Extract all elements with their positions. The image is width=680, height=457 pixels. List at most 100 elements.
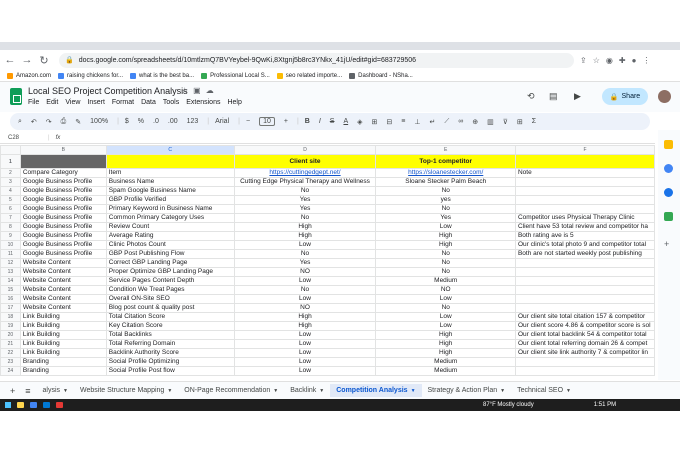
- menu-help[interactable]: Help: [227, 99, 241, 106]
- row-header[interactable]: 22: [0, 348, 21, 358]
- sheet-tab[interactable]: Backlink ▼: [284, 384, 330, 397]
- cell[interactable]: [514, 276, 655, 286]
- cell[interactable]: Yes: [233, 204, 377, 214]
- filter-icon[interactable]: ⊽: [503, 118, 508, 126]
- column-header[interactable]: C: [105, 145, 235, 155]
- cell[interactable]: Social Profile Post flow: [105, 366, 235, 376]
- cell[interactable]: Our client total backlink 54 & competito…: [514, 330, 655, 340]
- cell[interactable]: Cutting Edge Physical Therapy and Wellne…: [233, 177, 377, 187]
- borders-icon[interactable]: ⊞: [372, 118, 378, 126]
- cell[interactable]: Backlink Authority Score: [105, 348, 235, 358]
- cell[interactable]: No: [233, 285, 377, 295]
- cell[interactable]: NO: [233, 303, 377, 313]
- forward-icon[interactable]: →: [20, 54, 34, 66]
- valign-icon[interactable]: ⊥: [414, 118, 420, 126]
- cell[interactable]: Google Business Profile: [19, 249, 107, 259]
- bookmark-item[interactable]: Professional Local S...: [201, 72, 270, 79]
- cell[interactable]: No: [375, 303, 516, 313]
- cell[interactable]: Item: [105, 168, 235, 178]
- row-header[interactable]: 24: [0, 366, 21, 376]
- avatar[interactable]: [658, 90, 671, 103]
- keep-icon[interactable]: [664, 140, 673, 149]
- cell[interactable]: Total Citation Score: [105, 312, 235, 322]
- row-header[interactable]: 19: [0, 321, 21, 331]
- font-size-plus[interactable]: +: [284, 118, 288, 125]
- row-header[interactable]: 16: [0, 294, 21, 304]
- cell[interactable]: [514, 186, 655, 196]
- cell[interactable]: Medium: [375, 357, 516, 367]
- cell[interactable]: [514, 357, 655, 367]
- cell[interactable]: [514, 285, 655, 295]
- row-header[interactable]: 9: [0, 231, 21, 241]
- menu-data[interactable]: Data: [141, 99, 156, 106]
- row-header[interactable]: 1: [0, 154, 21, 169]
- fill-color-icon[interactable]: ◈: [357, 118, 362, 126]
- cell[interactable]: Our client score 4.86 & competitor score…: [514, 321, 655, 331]
- merge-icon[interactable]: ⊟: [386, 118, 392, 126]
- cell[interactable]: Our client site total citation 157 & com…: [514, 312, 655, 322]
- cell[interactable]: GBP Profile Verified: [105, 195, 235, 205]
- row-header[interactable]: 11: [0, 249, 21, 259]
- cell[interactable]: Review Count: [105, 222, 235, 232]
- cell[interactable]: [514, 177, 655, 187]
- sheet-tab[interactable]: alysis ▼: [37, 384, 74, 397]
- sheets-logo-icon[interactable]: [10, 88, 22, 105]
- cell[interactable]: yes: [375, 195, 516, 205]
- row-header[interactable]: 10: [0, 240, 21, 250]
- more-icon[interactable]: ⋮: [642, 56, 650, 65]
- cell[interactable]: Medium: [375, 366, 516, 376]
- cell[interactable]: Low: [375, 321, 516, 331]
- cell[interactable]: [514, 303, 655, 313]
- row-header[interactable]: 18: [0, 312, 21, 322]
- menu-extensions[interactable]: Extensions: [186, 99, 220, 106]
- column-header[interactable]: E: [375, 145, 516, 155]
- sheet-tab[interactable]: Website Structure Mapping ▼: [74, 384, 178, 397]
- cell[interactable]: Yes: [375, 213, 516, 223]
- cell[interactable]: Total Referring Domain: [105, 339, 235, 349]
- cell[interactable]: [514, 154, 655, 169]
- cell[interactable]: Proper Optimize GBP Landing Page: [105, 267, 235, 277]
- strikethrough-icon[interactable]: S: [330, 118, 335, 125]
- cell[interactable]: Low: [233, 276, 377, 286]
- cell[interactable]: Branding: [19, 357, 107, 367]
- cell[interactable]: Low: [233, 330, 377, 340]
- cell[interactable]: NO: [375, 285, 516, 295]
- cell[interactable]: Compare Category: [19, 168, 107, 178]
- bookmark-item[interactable]: what is the best ba...: [130, 72, 194, 79]
- cell[interactable]: High: [375, 231, 516, 241]
- cell[interactable]: Low: [375, 294, 516, 304]
- cell[interactable]: Website Content: [19, 285, 107, 295]
- cell[interactable]: Note: [514, 168, 655, 178]
- document-title[interactable]: Local SEO Project Competition Analysis: [28, 86, 188, 96]
- cell[interactable]: Client have 53 total review and competit…: [514, 222, 655, 232]
- row-header[interactable]: 7: [0, 213, 21, 223]
- decrease-decimal-button[interactable]: .0: [153, 118, 159, 125]
- undo-icon[interactable]: ↶: [31, 118, 37, 126]
- row-header[interactable]: 23: [0, 357, 21, 367]
- weather-text[interactable]: 87°F Mostly cloudy: [483, 402, 534, 408]
- chevron-down-icon[interactable]: ▼: [500, 388, 505, 394]
- chevron-down-icon[interactable]: ▼: [63, 388, 68, 394]
- comment-icon[interactable]: ⊕: [472, 118, 478, 126]
- cell[interactable]: Branding: [19, 366, 107, 376]
- cell[interactable]: [105, 154, 235, 169]
- row-header[interactable]: 6: [0, 204, 21, 214]
- rotate-icon[interactable]: ⟋: [444, 118, 449, 126]
- currency-button[interactable]: $: [125, 118, 129, 125]
- menu-view[interactable]: View: [65, 99, 80, 106]
- chevron-down-icon[interactable]: ▼: [566, 388, 571, 394]
- file-explorer-icon[interactable]: [17, 402, 24, 408]
- edge-icon[interactable]: [43, 402, 50, 408]
- cell[interactable]: No: [233, 213, 377, 223]
- reload-icon[interactable]: ↻: [37, 54, 51, 67]
- cell[interactable]: Social Profile Optimizing: [105, 357, 235, 367]
- cell[interactable]: Low: [233, 240, 377, 250]
- move-folder-icon[interactable]: ▣: [193, 86, 206, 95]
- filter-views-icon[interactable]: ⊞: [517, 118, 523, 126]
- cell[interactable]: High: [233, 312, 377, 322]
- cell[interactable]: Overall ON-Site SEO: [105, 294, 235, 304]
- redo-icon[interactable]: ↷: [46, 118, 52, 126]
- row-header[interactable]: 20: [0, 330, 21, 340]
- cell[interactable]: Key Citation Score: [105, 321, 235, 331]
- cell[interactable]: Google Business Profile: [19, 240, 107, 250]
